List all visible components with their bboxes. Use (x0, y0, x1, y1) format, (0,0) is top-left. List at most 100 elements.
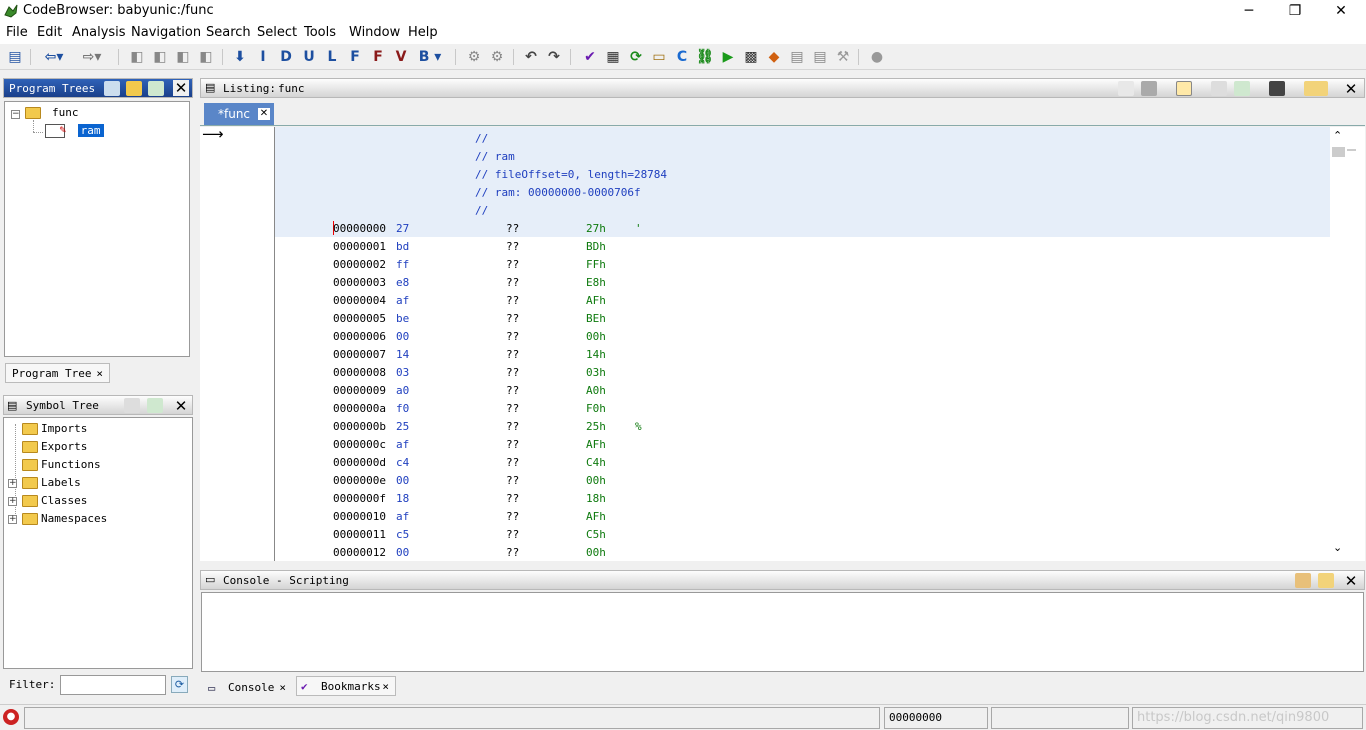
func-tab[interactable]: *func ✕ (204, 103, 274, 125)
next-instruction-icon[interactable]: I (254, 48, 272, 66)
row-byte[interactable]: 03 (396, 364, 409, 382)
row-byte[interactable]: c5 (396, 526, 409, 544)
row-address[interactable]: 0000000f (333, 490, 386, 508)
new-tree-icon[interactable] (104, 81, 120, 96)
row-ascii[interactable]: % (635, 418, 642, 436)
row-value[interactable]: E8h (586, 274, 606, 292)
row-byte[interactable]: 27 (396, 220, 409, 238)
row-byte[interactable]: be (396, 310, 409, 328)
redo-icon[interactable]: ↷ (545, 48, 563, 66)
row-value[interactable]: BDh (586, 238, 606, 256)
row-byte[interactable]: af (396, 292, 409, 310)
row-mnemonic[interactable]: ?? (506, 274, 519, 292)
row-byte[interactable]: 18 (396, 490, 409, 508)
code-browser-icon[interactable]: ⚙ (465, 48, 483, 66)
cursor-icon[interactable] (1176, 81, 1192, 96)
next-label-icon[interactable]: L (323, 48, 341, 66)
collapse-icon[interactable]: − (11, 110, 20, 119)
row-value[interactable]: 18h (586, 490, 606, 508)
goto-down-icon[interactable]: ⬇ (231, 48, 249, 66)
close-symbol-tree-icon[interactable]: ✕ (173, 397, 189, 415)
row-address[interactable]: 0000000d (333, 454, 386, 472)
menu-edit[interactable]: Edit (37, 25, 62, 40)
nav-next-icon[interactable]: ◧ (151, 48, 169, 66)
version-control-icon[interactable]: ● (868, 48, 886, 66)
row-address[interactable]: 00000011 (333, 526, 386, 544)
row-value[interactable]: AFh (586, 436, 606, 454)
console-tab[interactable]: ▭ Console × (204, 678, 292, 698)
snapshot-icon[interactable] (1269, 81, 1285, 96)
expand-namespaces-icon[interactable]: + (8, 515, 17, 524)
memory-map-icon[interactable]: ▦ (604, 48, 622, 66)
next-instr-diff-icon[interactable]: F (369, 48, 387, 66)
row-mnemonic[interactable]: ?? (506, 364, 519, 382)
scroll-up-icon[interactable]: ⌃ (1333, 129, 1342, 142)
close-tab-icon[interactable]: × (382, 677, 389, 697)
row-address[interactable]: 00000012 (333, 544, 386, 561)
menu-tools[interactable]: Tools (304, 25, 336, 40)
row-address[interactable]: 00000005 (333, 310, 386, 328)
listing-view[interactable]: // // ram // fileOffset=0, length=28784 … (274, 127, 1330, 561)
symbol-labels[interactable]: Labels (22, 475, 81, 491)
row-mnemonic[interactable]: ?? (506, 454, 519, 472)
row-mnemonic[interactable]: ?? (506, 490, 519, 508)
row-byte[interactable]: 00 (396, 472, 409, 490)
forward-icon[interactable]: ⇨▾ (78, 48, 106, 66)
lock-icon[interactable] (1295, 573, 1311, 588)
function-graph-icon[interactable]: ⛓ (696, 48, 714, 66)
create-namespace-icon[interactable] (124, 398, 140, 413)
nav-prev-icon[interactable]: ◧ (128, 48, 146, 66)
listing-scrollbar[interactable]: ⌃ ⌄ (1330, 127, 1365, 561)
clear-icon[interactable]: ⚙ (488, 48, 506, 66)
next-function-icon[interactable]: F (346, 48, 364, 66)
undo-icon[interactable]: ↶ (522, 48, 540, 66)
ghidra-status-icon[interactable]: ● (3, 709, 19, 725)
row-mnemonic[interactable]: ?? (506, 436, 519, 454)
symbol-namespaces[interactable]: Namespaces (22, 511, 107, 527)
run-script-icon[interactable]: ▶ (719, 48, 737, 66)
copy-icon[interactable] (1118, 81, 1134, 96)
menu-window[interactable]: Window (349, 25, 400, 40)
row-value[interactable]: C4h (586, 454, 606, 472)
menu-search[interactable]: Search (206, 25, 251, 40)
defined-strings-icon[interactable]: ▤ (788, 48, 806, 66)
row-byte[interactable]: 00 (396, 544, 409, 561)
row-byte[interactable]: 00 (396, 328, 409, 346)
row-value[interactable]: 25h (586, 418, 606, 436)
next-value-icon[interactable]: V (392, 48, 410, 66)
navigate-icon[interactable] (147, 398, 163, 413)
row-address[interactable]: 0000000e (333, 472, 386, 490)
restore-button[interactable]: ❐ (1272, 0, 1318, 22)
close-console-icon[interactable]: ✕ (1343, 572, 1359, 590)
minimize-button[interactable]: ─ (1226, 0, 1272, 22)
row-byte[interactable]: f0 (396, 400, 409, 418)
row-mnemonic[interactable]: ?? (506, 256, 519, 274)
symbol-classes[interactable]: Classes (22, 493, 87, 509)
row-mnemonic[interactable]: ?? (506, 382, 519, 400)
row-value[interactable]: FFh (586, 256, 606, 274)
close-window-button[interactable]: ✕ (1318, 0, 1364, 22)
row-mnemonic[interactable]: ?? (506, 292, 519, 310)
filter-options-icon[interactable]: ⟳ (171, 676, 188, 693)
expand-classes-icon[interactable]: + (8, 497, 17, 506)
tree-root-func[interactable]: func (25, 105, 79, 121)
row-mnemonic[interactable]: ?? (506, 310, 519, 328)
expand-labels-icon[interactable]: + (8, 479, 17, 488)
tree-item-ram[interactable]: ✎ ram (45, 123, 104, 139)
menu-select[interactable]: Select (257, 25, 297, 40)
row-value[interactable]: 27h (586, 220, 606, 238)
filter-input[interactable] (60, 675, 166, 695)
close-tab-icon[interactable]: × (279, 678, 286, 698)
row-byte[interactable]: 14 (396, 346, 409, 364)
row-byte[interactable]: af (396, 436, 409, 454)
close-func-tab-icon[interactable]: ✕ (258, 108, 270, 120)
bookmarks-tab[interactable]: ✔ Bookmarks × (296, 676, 396, 696)
scroll-thumb[interactable] (1332, 147, 1345, 157)
nav-prev-func-icon[interactable]: ◧ (174, 48, 192, 66)
refresh-icon[interactable]: ⟳ (627, 48, 645, 66)
menu-analysis[interactable]: Analysis (72, 25, 126, 40)
export-icon[interactable]: ▤ (811, 48, 829, 66)
next-undefined-icon[interactable]: U (300, 48, 318, 66)
row-value[interactable]: AFh (586, 508, 606, 526)
row-value[interactable]: 00h (586, 472, 606, 490)
